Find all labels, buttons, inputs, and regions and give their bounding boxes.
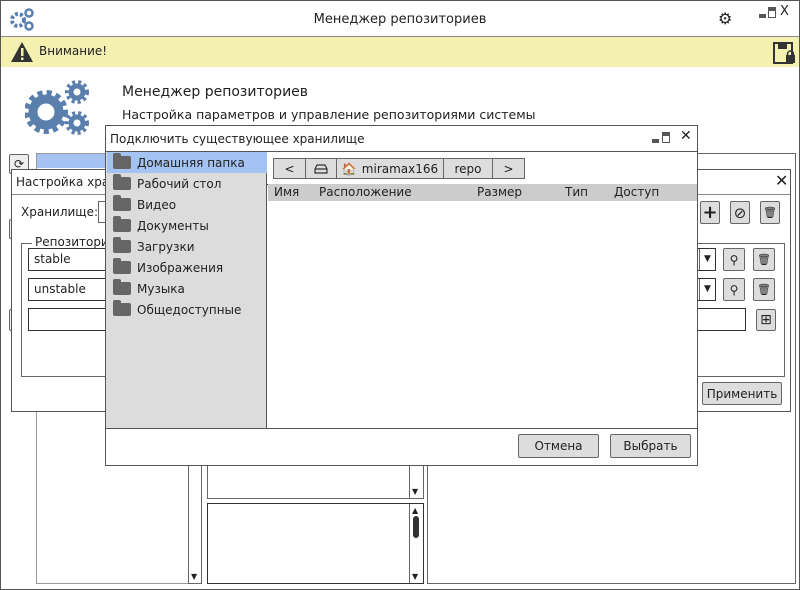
place-documents[interactable]: Документы <box>107 215 267 236</box>
apply-button[interactable]: Применить <box>702 382 782 405</box>
maximize-button[interactable] <box>768 7 776 18</box>
repo-delete-button[interactable]: 🗑 <box>753 248 775 271</box>
column-name[interactable]: Имя <box>274 184 299 201</box>
place-music[interactable]: Музыка <box>107 278 267 299</box>
column-location[interactable]: Расположение <box>319 184 412 201</box>
folder-icon <box>113 258 131 274</box>
folder-icon <box>113 279 131 295</box>
place-desktop[interactable]: Рабочий стол <box>107 173 267 194</box>
path-forward-button[interactable]: > <box>492 158 525 179</box>
cancel-button[interactable]: Отмена <box>518 434 599 458</box>
connect-storage-dialog: Подключить существующее хранилище ✕ Дома… <box>105 125 698 466</box>
path-home-button[interactable]: 🏠 miramax166 <box>336 158 444 179</box>
dialog-maximize-button[interactable] <box>662 132 670 143</box>
drive-icon <box>314 163 328 174</box>
path-back-button[interactable]: < <box>273 158 306 179</box>
dialog-minimize-button[interactable] <box>652 139 659 143</box>
dropdown-arrow-icon[interactable]: ▼ <box>699 249 715 270</box>
add-repo-button[interactable]: ⊞ <box>756 309 776 331</box>
settings-gear-icon[interactable]: ⚙ <box>718 9 732 28</box>
warning-text: Внимание! <box>39 44 108 58</box>
dialog-close-button[interactable]: ✕ <box>680 128 692 144</box>
repo-key-button[interactable]: ⚲ <box>723 278 745 301</box>
folder-icon <box>113 174 131 190</box>
file-list-header: Имя Расположение Размер Тип Доступ <box>268 184 697 201</box>
folder-icon <box>113 195 131 211</box>
close-button[interactable]: X <box>780 4 789 19</box>
footer-divider <box>106 428 697 429</box>
warning-bar: Внимание! <box>1 37 799 67</box>
folder-icon <box>113 237 131 253</box>
dropdown-arrow-icon[interactable]: ▼ <box>699 279 715 300</box>
connect-dialog-title: Подключить существующее хранилище <box>110 132 365 146</box>
save-lock-icon[interactable] <box>772 41 796 65</box>
title-bar: Менеджер репозиториев ⚙ X <box>1 1 799 37</box>
storage-label: Хранилище: <box>21 205 99 219</box>
repo-delete-button[interactable]: 🗑 <box>753 278 775 301</box>
middle-list-bottom[interactable]: ▲ ▼ <box>207 503 424 584</box>
scroll-thumb[interactable] <box>413 516 419 538</box>
disable-storage-button[interactable]: ⊘ <box>730 201 750 224</box>
places-sidebar: Домашняя папка Рабочий стол Видео Докуме… <box>106 152 267 429</box>
place-videos[interactable]: Видео <box>107 194 267 215</box>
add-storage-button[interactable]: + <box>700 201 720 224</box>
place-pictures[interactable]: Изображения <box>107 257 267 278</box>
main-window: Менеджер репозиториев ⚙ X Внимание! Мене… <box>0 0 800 590</box>
folder-icon <box>113 216 131 232</box>
column-size[interactable]: Размер <box>477 184 522 201</box>
place-public[interactable]: Общедоступные <box>107 299 267 320</box>
path-bar: < 🏠 miramax166 repo > <box>267 152 697 185</box>
column-type[interactable]: Тип <box>565 184 588 201</box>
place-home[interactable]: Домашняя папка <box>107 152 267 173</box>
header-title: Менеджер репозиториев <box>122 84 309 100</box>
storage-dialog-close-icon[interactable]: ✕ <box>775 171 788 190</box>
minimize-button[interactable] <box>759 14 766 18</box>
repo-key-button[interactable]: ⚲ <box>723 248 745 271</box>
path-repo-button[interactable]: repo <box>443 158 493 179</box>
column-access[interactable]: Доступ <box>614 184 659 201</box>
path-drive-button[interactable] <box>305 158 337 179</box>
delete-storage-button[interactable]: 🗑 <box>760 201 780 224</box>
select-button[interactable]: Выбрать <box>610 434 691 458</box>
window-title: Менеджер репозиториев <box>313 12 487 27</box>
header-gears-icon <box>25 80 89 135</box>
folder-icon <box>113 300 131 316</box>
warning-icon <box>11 42 33 62</box>
home-icon: 🏠 <box>341 161 357 176</box>
header-subtitle: Настройка параметров и управление репози… <box>122 107 536 122</box>
place-downloads[interactable]: Загрузки <box>107 236 267 257</box>
folder-icon <box>113 153 131 169</box>
